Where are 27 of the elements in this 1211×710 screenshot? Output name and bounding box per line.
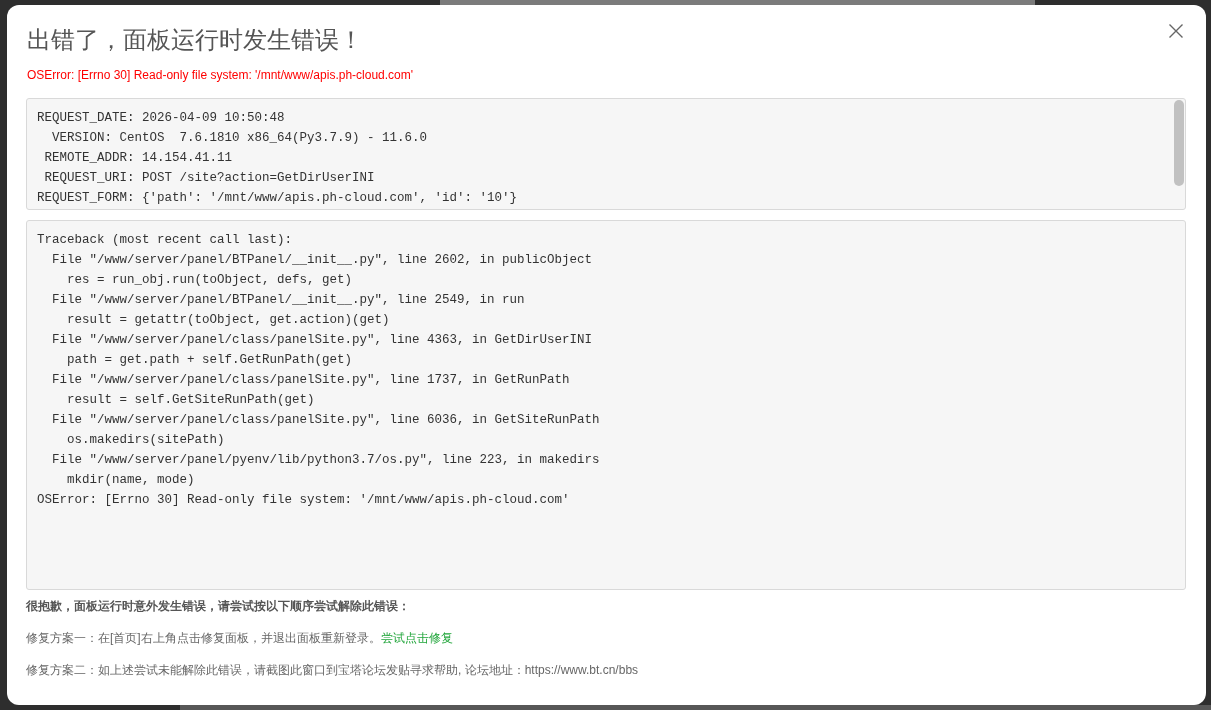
code-line: VERSION: CentOS 7.6.1810 x86_64(Py3.7.9) - 11.6.0 — [51, 130, 428, 147]
code-line: res = run_obj.run(toObject, defs, get) — [66, 272, 353, 289]
code-line: File "/www/server/panel/BTPanel/__init__.py", line 2602, in publicObject — [51, 252, 593, 269]
fix-suggestion: 修复方案一：在[首页]右上角点击修复面板，并退出面板重新登录。尝试点击修复 — [26, 630, 453, 647]
help-heading: 很抱歉，面板运行时意外发生错误，请尝试按以下顺序尝试解除此错误： — [26, 598, 410, 615]
code-line: os.makedirs(sitePath) — [66, 432, 225, 449]
code-line: File "/www/server/panel/BTPanel/__init__.py", line 2549, in run — [51, 292, 525, 309]
code-line: File "/www/server/panel/class/panelSite.py", line 1737, in GetRunPath — [51, 372, 570, 389]
code-line: REQUEST_URI: POST /site?action=GetDirUserINI — [43, 170, 375, 187]
fix-suggestion: 修复方案二：如上述尝试未能解除此错误，请截图此窗口到宝塔论坛发贴寻求帮助, 论坛地址：https://www.bt.cn/bbs — [26, 662, 639, 679]
code-line: mkdir(name, mode) — [66, 472, 195, 489]
close-icon — [1169, 24, 1183, 38]
code-line: File "/www/server/panel/class/panelSite.py", line 6036, in GetSiteRunPath — [51, 412, 600, 429]
code-line: OSError: [Errno 30] Read-only file system: '/mnt/www/apis.ph-cloud.com' — [37, 492, 570, 509]
dialog-title: 出错了，面板运行时发生错误！ — [27, 25, 363, 55]
code-line: REMOTE_ADDR: 14.154.41.11 — [43, 150, 233, 167]
scrollbar-thumb[interactable] — [1174, 100, 1184, 186]
error-message: OSError: [Errno 30] Read-only file system: '/mnt/www/apis.ph-cloud.com' — [27, 67, 414, 84]
code-line: result = self.GetSiteRunPath(get) — [66, 392, 315, 409]
code-line: path = get.path + self.GetRunPath(get) — [66, 352, 353, 369]
repair-link[interactable]: 尝试点击修复 — [380, 631, 453, 645]
code-line: Traceback (most recent call last): — [37, 232, 293, 249]
code-line: result = getattr(toObject, get.action)(get) — [66, 312, 390, 329]
code-line: REQUEST_FORM: {'path': '/mnt/www/apis.ph-cloud.com', 'id': '10'} — [37, 190, 518, 207]
code-line: File "/www/server/panel/pyenv/lib/python3.7/os.py", line 223, in makedirs — [51, 452, 600, 469]
code-line: File "/www/server/panel/class/panelSite.py", line 4363, in GetDirUserINI — [51, 332, 593, 349]
code-line: REQUEST_DATE: 2026-04-09 10:50:48 — [37, 110, 285, 127]
